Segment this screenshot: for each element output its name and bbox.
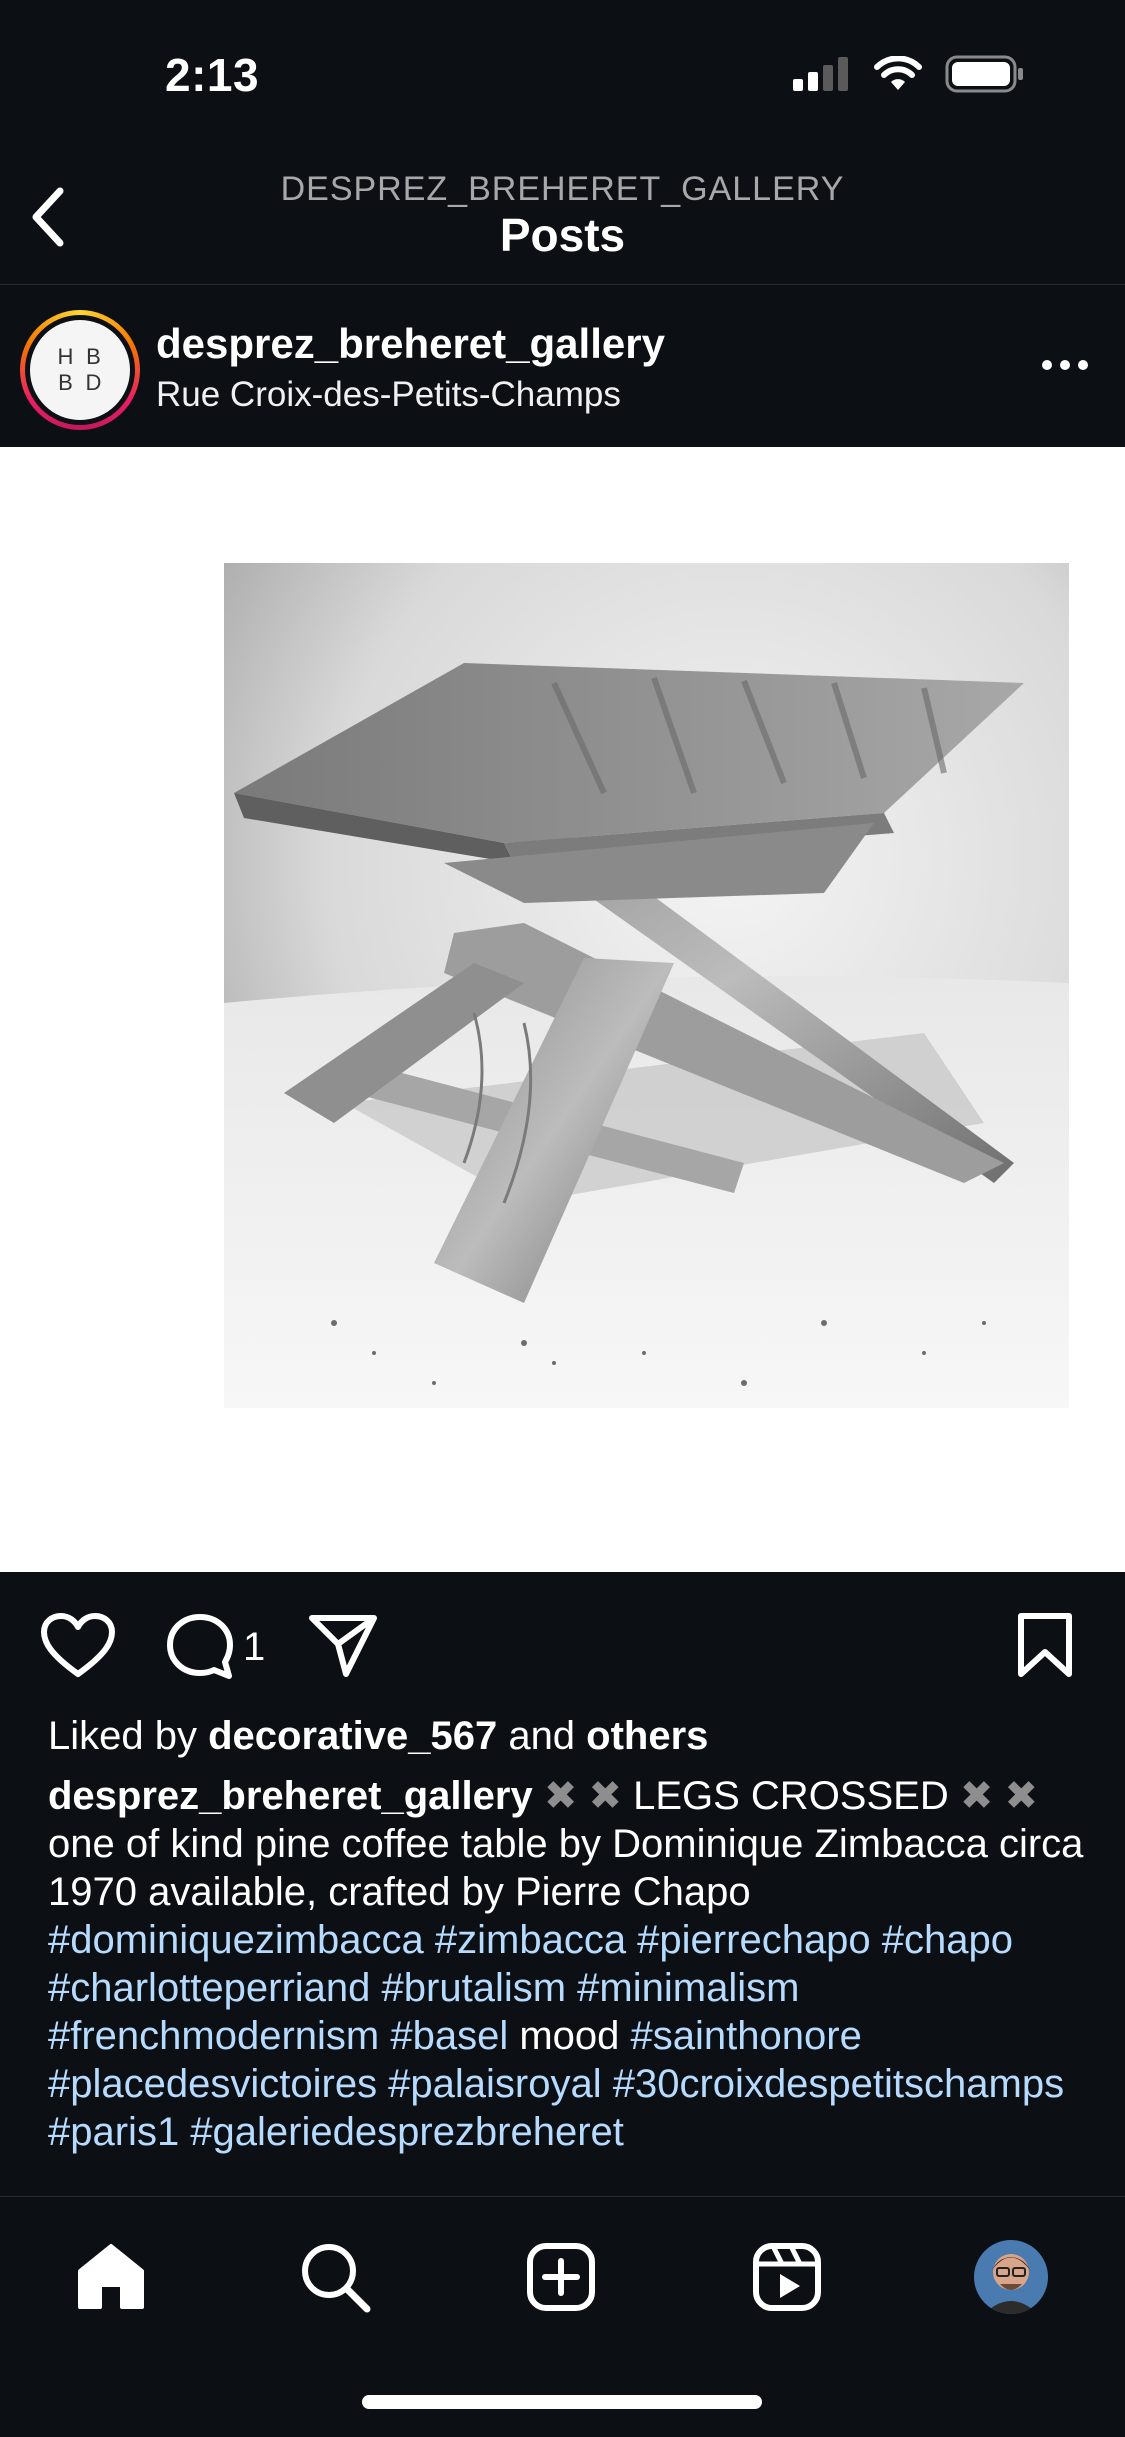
share-button[interactable] xyxy=(308,1612,378,1678)
more-options-button[interactable] xyxy=(1035,345,1095,385)
post-caption: Liked by decorative_567 and others despr… xyxy=(48,1712,1088,2192)
caption-text: desprez_breheret_gallery ✖ ✖ LEGS CROSSE… xyxy=(48,1772,1088,2156)
nav-home[interactable] xyxy=(66,2232,156,2322)
caption-part: one of kind pine coffee table by Dominiq… xyxy=(48,1822,1084,1914)
battery-icon xyxy=(945,55,1025,98)
share-icon xyxy=(309,1615,377,1677)
nav-create[interactable] xyxy=(516,2232,606,2322)
liker-username[interactable]: decorative_567 xyxy=(208,1714,497,1758)
likes-summary[interactable]: Liked by decorative_567 and others xyxy=(48,1712,1088,1760)
caption-author[interactable]: desprez_breheret_gallery xyxy=(48,1774,533,1818)
nav-profile[interactable] xyxy=(966,2232,1056,2322)
status-bar: 2:13 xyxy=(0,0,1125,150)
likes-others[interactable]: others xyxy=(586,1714,708,1758)
caption-part: LEGS CROSSED xyxy=(621,1774,960,1818)
profile-avatar xyxy=(974,2240,1048,2314)
avatar-letter: H xyxy=(57,344,75,369)
post-header: H B B D desprez_breheret_gallery Rue Cro… xyxy=(0,285,1125,447)
avatar-letter: B xyxy=(58,370,74,395)
avatar-letter: B xyxy=(86,344,102,369)
more-icon xyxy=(1042,360,1088,370)
wifi-icon xyxy=(873,55,923,97)
create-icon xyxy=(527,2243,595,2311)
avatar-letter: D xyxy=(85,370,103,395)
reels-icon xyxy=(753,2243,821,2311)
bookmark-icon xyxy=(1018,1613,1072,1677)
cross-emoji: ✖ ✖ xyxy=(543,1774,622,1818)
caption-part: mood xyxy=(508,2014,631,2058)
post-actions: 1 xyxy=(0,1572,1125,1712)
posts-header: DESPREZ_BREHERET_GALLERY Posts xyxy=(0,150,1125,285)
page-title: Posts xyxy=(499,209,626,261)
post-image[interactable] xyxy=(0,447,1125,1572)
likes-middle: and xyxy=(497,1714,587,1758)
likes-prefix: Liked by xyxy=(48,1714,209,1758)
search-icon xyxy=(302,2244,371,2313)
signal-icon xyxy=(793,57,851,96)
coffee-table-photo xyxy=(224,563,1069,1408)
avatar-logo: H B B D xyxy=(30,320,130,420)
nav-reels[interactable] xyxy=(742,2232,832,2322)
heart-icon xyxy=(41,1613,115,1677)
home-icon xyxy=(78,2244,144,2309)
header-username: DESPREZ_BREHERET_GALLERY xyxy=(280,170,845,208)
comment-count: 1 xyxy=(243,1624,266,1669)
story-avatar[interactable]: H B B D xyxy=(20,310,140,430)
status-time: 2:13 xyxy=(165,49,260,101)
comment-button[interactable]: 1 xyxy=(165,1612,265,1682)
nav-search[interactable] xyxy=(290,2232,380,2322)
status-icons xyxy=(793,55,1025,98)
save-button[interactable] xyxy=(1015,1612,1075,1678)
home-indicator[interactable] xyxy=(362,2395,762,2409)
post-location[interactable]: Rue Croix-des-Petits-Champs xyxy=(156,375,621,415)
comment-icon xyxy=(167,1614,233,1679)
like-button[interactable] xyxy=(40,1612,116,1678)
post-username[interactable]: desprez_breheret_gallery xyxy=(156,320,665,368)
cross-emoji: ✖ ✖ xyxy=(959,1774,1038,1818)
